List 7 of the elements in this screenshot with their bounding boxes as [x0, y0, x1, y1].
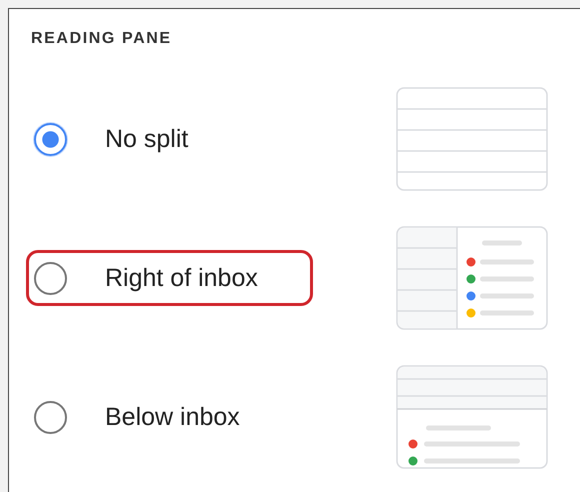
section-title: READING PANE: [31, 29, 172, 49]
radio-button[interactable]: [34, 122, 67, 156]
option-label[interactable]: No split: [105, 124, 188, 154]
radio-button[interactable]: [34, 400, 67, 434]
option-label[interactable]: Below inbox: [105, 402, 240, 432]
radio-button[interactable]: [34, 262, 67, 294]
option-label[interactable]: Right of inbox: [105, 264, 258, 292]
